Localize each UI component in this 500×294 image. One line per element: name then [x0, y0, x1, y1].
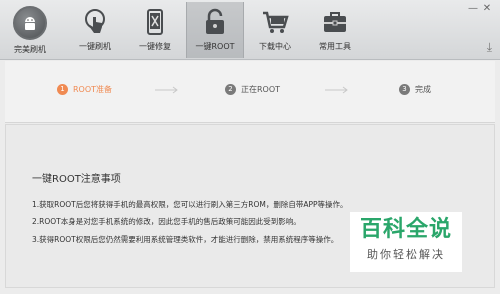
tool-label: 常用工具	[319, 42, 351, 51]
toolbar: 完美刷机 一键刷机 一键修复 一键ROOT 下载中心 常用工具 — ✕ ⤓	[0, 0, 500, 60]
toolbox-icon	[320, 7, 350, 37]
app-logo: 完美刷机	[8, 4, 52, 58]
unlock-icon	[200, 7, 230, 37]
step-root-prepare: 1 ROOT准备	[57, 84, 112, 95]
step-label: 完成	[415, 85, 431, 94]
root-progress-steps: 1 ROOT准备 2 正在ROOT 3 完成	[5, 61, 495, 123]
app-window: 完美刷机 一键刷机 一键修复 一键ROOT 下载中心 常用工具 — ✕ ⤓ 1 …	[0, 0, 500, 294]
step-label: ROOT准备	[73, 85, 113, 94]
arrow-right-icon	[155, 86, 178, 94]
tool-label: 下载中心	[259, 42, 291, 51]
watermark-main-text: 百科全说	[359, 217, 452, 242]
step-number: 3	[399, 84, 410, 95]
notice-item: 2.ROOT本身是对您手机系统的修改，因此您手机的售后政策可能因此受到影响。	[32, 217, 301, 226]
tool-common-tools[interactable]: 常用工具	[306, 2, 364, 58]
notice-title: 一键ROOT注意事项	[32, 174, 121, 185]
window-controls: — ✕	[466, 3, 494, 14]
download-icon[interactable]: ⤓	[487, 40, 492, 55]
tool-one-click-root[interactable]: 一键ROOT	[186, 2, 244, 58]
step-number: 1	[57, 84, 68, 95]
watermark-sub-text: 助你轻松解决	[367, 248, 445, 261]
step-complete: 3 完成	[399, 84, 431, 95]
tool-label: 一键修复	[139, 42, 171, 51]
hand-touch-icon	[80, 7, 110, 37]
tool-label: 一键刷机	[79, 42, 111, 51]
tool-one-click-flash[interactable]: 一键刷机	[66, 2, 124, 58]
app-logo-label: 完美刷机	[14, 45, 46, 54]
step-label: 正在ROOT	[241, 85, 281, 94]
step-rooting: 2 正在ROOT	[225, 84, 280, 95]
notice-item: 1.获取ROOT后您将获得手机的最高权限，您可以进行刷入第三方ROM，删除自带A…	[32, 200, 348, 209]
tool-one-click-repair[interactable]: 一键修复	[126, 2, 184, 58]
phone-tools-icon	[140, 7, 170, 37]
minimize-icon[interactable]: —	[466, 3, 480, 14]
android-logo-icon	[13, 6, 47, 40]
notice-item: 3.获得ROOT权限后您仍然需要利用系统管理类软件，才能进行删除，禁用系统程序等…	[32, 235, 339, 244]
step-number: 2	[225, 84, 236, 95]
close-icon[interactable]: ✕	[480, 3, 494, 14]
tool-label: 一键ROOT	[195, 42, 235, 51]
tool-download-center[interactable]: 下载中心	[246, 2, 304, 58]
watermark-logo: 百科全说 助你轻松解决	[350, 212, 462, 272]
arrow-right-icon	[325, 86, 348, 94]
cart-icon	[260, 7, 290, 37]
